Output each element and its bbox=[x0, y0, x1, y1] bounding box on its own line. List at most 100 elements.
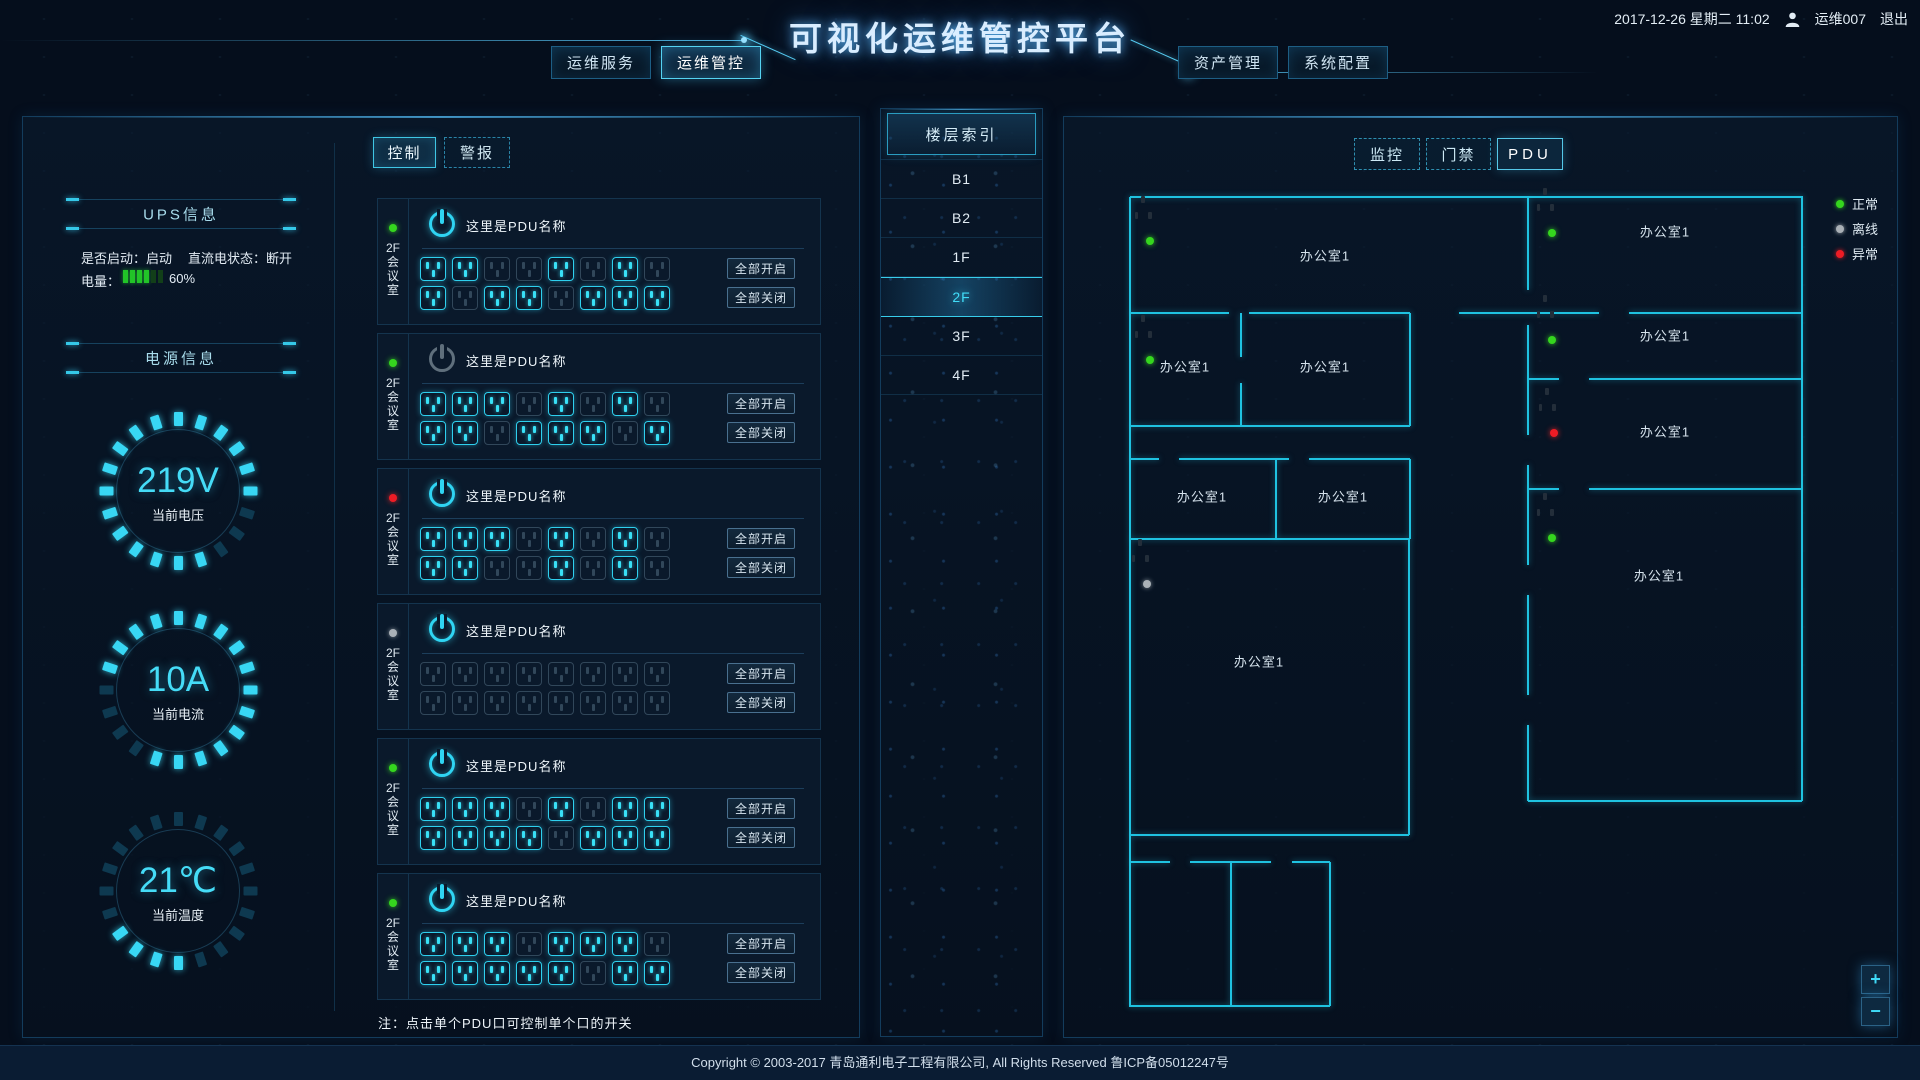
pdu-outlet[interactable] bbox=[452, 286, 478, 310]
pdu-outlet[interactable] bbox=[612, 826, 638, 850]
pdu-outlet[interactable] bbox=[612, 691, 638, 715]
pdu-outlet[interactable] bbox=[420, 691, 446, 715]
tab-control[interactable]: 控制 bbox=[373, 137, 436, 168]
pdu-outlet[interactable] bbox=[548, 932, 574, 956]
pdu-outlet[interactable] bbox=[484, 932, 510, 956]
pdu-outlet[interactable] bbox=[452, 826, 478, 850]
pdu-outlet[interactable] bbox=[484, 662, 510, 686]
all-on-button[interactable]: 全部开启 bbox=[727, 258, 795, 279]
zoom-in-button[interactable]: + bbox=[1861, 965, 1890, 994]
floor-item-4f[interactable]: 4F bbox=[881, 356, 1042, 395]
all-off-button[interactable]: 全部关闭 bbox=[727, 287, 795, 308]
pdu-outlet[interactable] bbox=[452, 797, 478, 821]
pdu-outlet[interactable] bbox=[644, 797, 670, 821]
pdu-outlet[interactable] bbox=[612, 797, 638, 821]
all-on-button[interactable]: 全部开启 bbox=[727, 798, 795, 819]
pdu-outlet[interactable] bbox=[420, 662, 446, 686]
pdu-outlet[interactable] bbox=[644, 826, 670, 850]
pdu-outlet[interactable] bbox=[644, 662, 670, 686]
floor-item-b1[interactable]: B1 bbox=[881, 159, 1042, 199]
logout-button[interactable]: 退出 bbox=[1880, 9, 1908, 29]
nav-tab-ops-service[interactable]: 运维服务 bbox=[551, 46, 651, 79]
pdu-outlet[interactable] bbox=[644, 286, 670, 310]
all-off-button[interactable]: 全部关闭 bbox=[727, 692, 795, 713]
pdu-outlet[interactable] bbox=[484, 257, 510, 281]
pdu-outlet[interactable] bbox=[612, 662, 638, 686]
pdu-outlet[interactable] bbox=[548, 527, 574, 551]
pdu-outlet[interactable] bbox=[516, 556, 542, 580]
pdu-outlet[interactable] bbox=[612, 286, 638, 310]
pdu-outlet[interactable] bbox=[516, 662, 542, 686]
pdu-outlet[interactable] bbox=[484, 691, 510, 715]
pdu-outlet[interactable] bbox=[420, 556, 446, 580]
pdu-outlet[interactable] bbox=[644, 932, 670, 956]
zoom-out-button[interactable]: − bbox=[1861, 997, 1890, 1026]
pdu-outlet[interactable] bbox=[580, 556, 606, 580]
pdu-outlet[interactable] bbox=[548, 797, 574, 821]
pdu-outlet[interactable] bbox=[452, 392, 478, 416]
floor-item-b2[interactable]: B2 bbox=[881, 199, 1042, 238]
pdu-outlet[interactable] bbox=[420, 826, 446, 850]
pdu-outlet[interactable] bbox=[548, 421, 574, 445]
pdu-outlet[interactable] bbox=[644, 556, 670, 580]
pdu-outlet[interactable] bbox=[484, 286, 510, 310]
tab-alarm[interactable]: 警报 bbox=[444, 137, 510, 168]
pdu-outlet[interactable] bbox=[516, 527, 542, 551]
all-on-button[interactable]: 全部开启 bbox=[727, 663, 795, 684]
pdu-outlet[interactable] bbox=[420, 392, 446, 416]
pdu-outlet[interactable] bbox=[548, 691, 574, 715]
all-on-button[interactable]: 全部开启 bbox=[727, 393, 795, 414]
pdu-outlet[interactable] bbox=[452, 932, 478, 956]
pdu-outlet[interactable] bbox=[484, 392, 510, 416]
pdu-outlet[interactable] bbox=[612, 961, 638, 985]
tab-access-control[interactable]: 门禁 bbox=[1426, 138, 1491, 170]
pdu-outlet[interactable] bbox=[580, 527, 606, 551]
pdu-outlet[interactable] bbox=[484, 961, 510, 985]
pdu-outlet[interactable] bbox=[580, 286, 606, 310]
all-off-button[interactable]: 全部关闭 bbox=[727, 422, 795, 443]
pdu-outlet[interactable] bbox=[644, 392, 670, 416]
pdu-outlet[interactable] bbox=[548, 257, 574, 281]
pdu-outlet[interactable] bbox=[516, 797, 542, 821]
all-off-button[interactable]: 全部关闭 bbox=[727, 557, 795, 578]
pdu-outlet[interactable] bbox=[452, 961, 478, 985]
pdu-outlet[interactable] bbox=[580, 392, 606, 416]
nav-tab-system-config[interactable]: 系统配置 bbox=[1288, 46, 1388, 79]
pdu-outlet[interactable] bbox=[548, 556, 574, 580]
pdu-outlet[interactable] bbox=[580, 961, 606, 985]
pdu-outlet[interactable] bbox=[420, 932, 446, 956]
pdu-outlet[interactable] bbox=[612, 257, 638, 281]
pdu-outlet[interactable] bbox=[548, 662, 574, 686]
pdu-outlet[interactable] bbox=[516, 961, 542, 985]
pdu-outlet[interactable] bbox=[548, 961, 574, 985]
pdu-outlet[interactable] bbox=[644, 421, 670, 445]
pdu-outlet[interactable] bbox=[612, 421, 638, 445]
pdu-outlet[interactable] bbox=[644, 961, 670, 985]
pdu-outlet[interactable] bbox=[452, 257, 478, 281]
pdu-outlet[interactable] bbox=[452, 556, 478, 580]
pdu-outlet[interactable] bbox=[516, 826, 542, 850]
nav-tab-ops-control[interactable]: 运维管控 bbox=[661, 46, 761, 79]
floor-item-2f[interactable]: 2F bbox=[881, 277, 1042, 317]
all-off-button[interactable]: 全部关闭 bbox=[727, 962, 795, 983]
pdu-outlet[interactable] bbox=[484, 527, 510, 551]
pdu-outlet[interactable] bbox=[548, 286, 574, 310]
tab-pdu[interactable]: PDU bbox=[1497, 138, 1563, 170]
pdu-outlet[interactable] bbox=[580, 826, 606, 850]
pdu-outlet[interactable] bbox=[612, 392, 638, 416]
tab-monitor[interactable]: 监控 bbox=[1354, 138, 1420, 170]
pdu-outlet[interactable] bbox=[580, 932, 606, 956]
pdu-outlet[interactable] bbox=[420, 797, 446, 821]
pdu-outlet[interactable] bbox=[644, 527, 670, 551]
pdu-outlet[interactable] bbox=[484, 797, 510, 821]
nav-tab-asset-mgmt[interactable]: 资产管理 bbox=[1178, 46, 1278, 79]
floor-item-3f[interactable]: 3F bbox=[881, 317, 1042, 356]
pdu-outlet[interactable] bbox=[516, 257, 542, 281]
pdu-outlet[interactable] bbox=[452, 527, 478, 551]
pdu-outlet[interactable] bbox=[484, 826, 510, 850]
pdu-outlet[interactable] bbox=[612, 932, 638, 956]
pdu-outlet[interactable] bbox=[516, 932, 542, 956]
pdu-outlet[interactable] bbox=[452, 421, 478, 445]
pdu-outlet[interactable] bbox=[420, 527, 446, 551]
pdu-outlet[interactable] bbox=[516, 691, 542, 715]
